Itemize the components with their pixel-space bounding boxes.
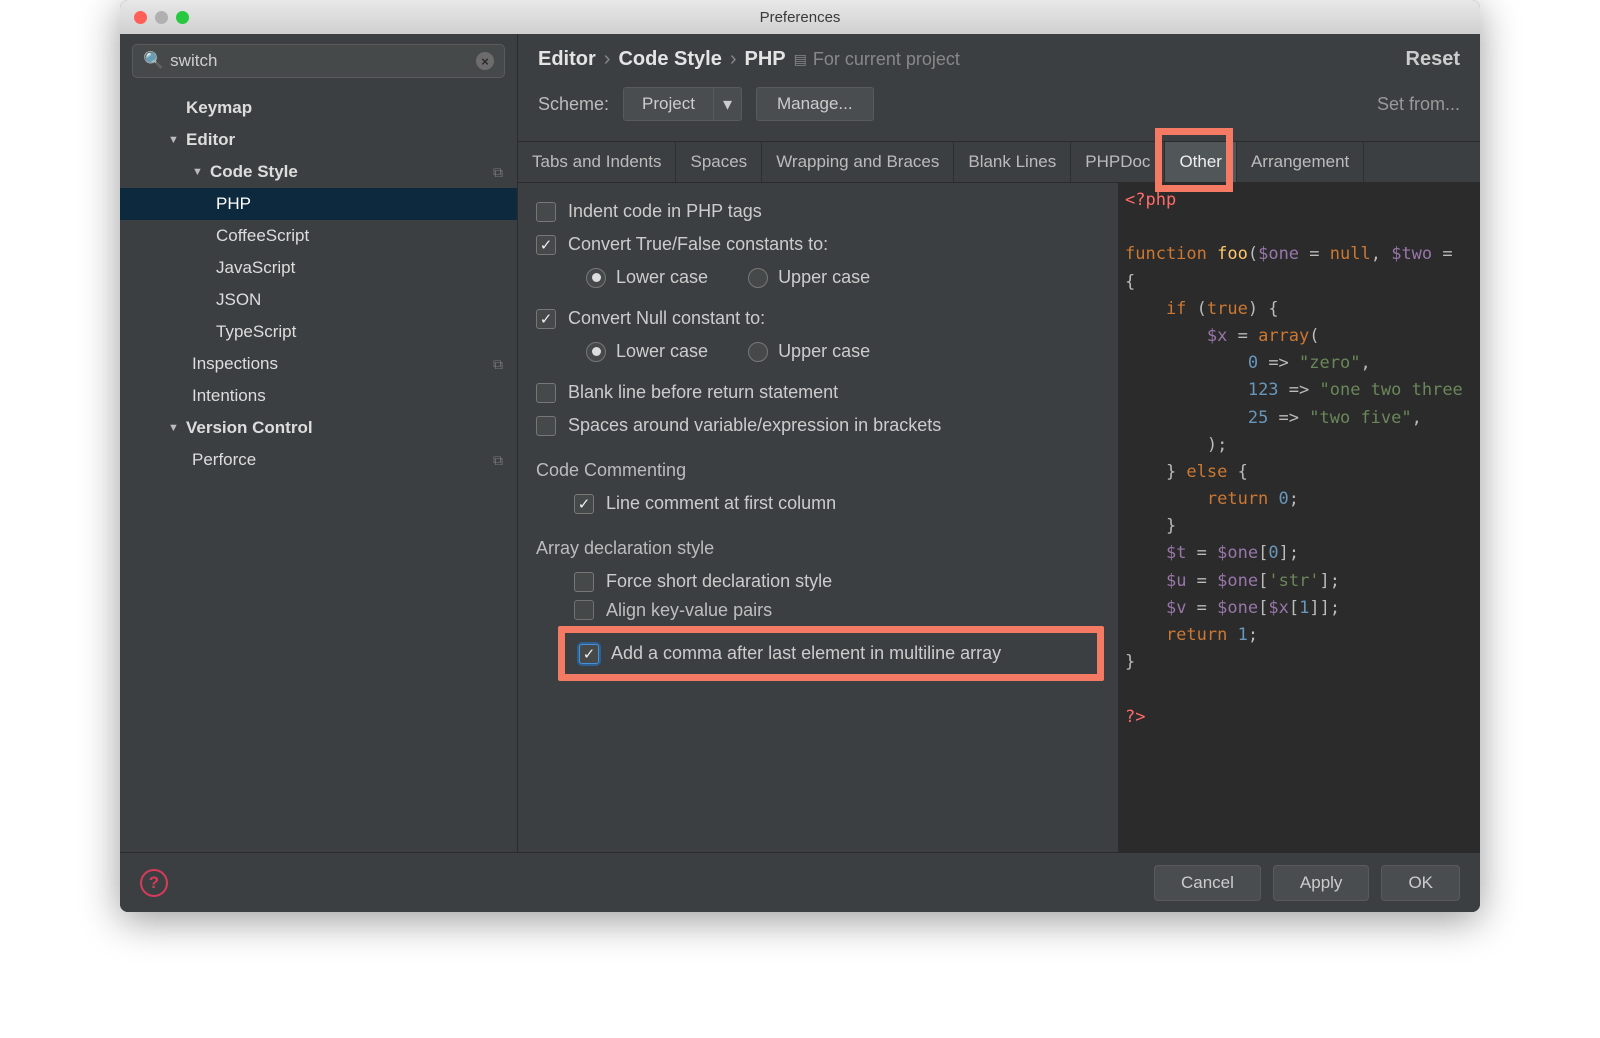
tree-item-inspections[interactable]: Inspections⧉: [120, 348, 517, 380]
tree-item-keymap[interactable]: Keymap: [120, 92, 517, 124]
tree-item-code-style[interactable]: ▼Code Style⧉: [120, 156, 517, 188]
checkbox-blank-return[interactable]: [536, 383, 556, 403]
checkbox-line-comment-first[interactable]: [574, 494, 594, 514]
checkbox-align-kv[interactable]: [574, 600, 594, 620]
project-scope-icon: ▤: [794, 51, 807, 68]
reset-button[interactable]: Reset: [1406, 48, 1460, 71]
tree-item-version-control[interactable]: ▼Version Control: [120, 412, 517, 444]
tab-tabs-indents[interactable]: Tabs and Indents: [518, 142, 676, 182]
highlight-annotation-comma: Add a comma after last element in multil…: [558, 626, 1104, 681]
copy-icon[interactable]: ⧉: [493, 164, 517, 181]
tree-item-typescript[interactable]: TypeScript: [120, 316, 517, 348]
tab-other[interactable]: Other: [1165, 142, 1237, 182]
scheme-dropdown[interactable]: Project ▾: [623, 87, 742, 121]
tab-blank-lines[interactable]: Blank Lines: [954, 142, 1071, 182]
set-from-link[interactable]: Set from...: [1377, 94, 1460, 115]
tab-wrapping[interactable]: Wrapping and Braces: [762, 142, 954, 182]
checkbox-indent-tags[interactable]: [536, 202, 556, 222]
footer: ? Cancel Apply OK: [120, 852, 1480, 912]
tab-spaces[interactable]: Spaces: [676, 142, 762, 182]
settings-tree: Keymap ▼Editor ▼Code Style⧉ PHP CoffeeSc…: [120, 88, 517, 852]
copy-icon[interactable]: ⧉: [493, 452, 517, 469]
apply-button[interactable]: Apply: [1273, 865, 1370, 901]
tab-arrangement[interactable]: Arrangement: [1237, 142, 1364, 182]
tree-item-javascript[interactable]: JavaScript: [120, 252, 517, 284]
code-preview: <?php function foo($one = null, $two = {…: [1118, 183, 1480, 852]
sidebar: 🔍 × Keymap ▼Editor ▼Code Style⧉ PHP Coff…: [120, 34, 518, 852]
checkbox-convert-tf[interactable]: [536, 235, 556, 255]
tabs: Tabs and Indents Spaces Wrapping and Bra…: [518, 141, 1480, 183]
section-array-decl: Array declaration style: [528, 520, 1108, 565]
radio-tf-upper[interactable]: Upper case: [748, 267, 870, 288]
chevron-down-icon[interactable]: ▾: [713, 88, 741, 120]
tree-item-php[interactable]: PHP: [120, 188, 517, 220]
tree-item-json[interactable]: JSON: [120, 284, 517, 316]
options-panel: Indent code in PHP tags Convert True/Fal…: [518, 183, 1118, 852]
window-title: Preferences: [120, 9, 1480, 26]
checkbox-convert-null[interactable]: [536, 309, 556, 329]
radio-null-lower[interactable]: Lower case: [586, 341, 708, 362]
search-input[interactable]: [170, 51, 476, 71]
copy-icon[interactable]: ⧉: [493, 356, 517, 373]
checkbox-add-trailing-comma[interactable]: [579, 644, 599, 664]
search-input-wrapper[interactable]: 🔍 ×: [132, 44, 505, 78]
titlebar: Preferences: [120, 0, 1480, 34]
manage-button[interactable]: Manage...: [756, 87, 874, 121]
breadcrumb: Editor› Code Style› PHP ▤For current pro…: [538, 48, 960, 71]
ok-button[interactable]: OK: [1381, 865, 1460, 901]
radio-tf-lower[interactable]: Lower case: [586, 267, 708, 288]
section-code-commenting: Code Commenting: [528, 442, 1108, 487]
checkbox-spaces-brackets[interactable]: [536, 416, 556, 436]
tree-item-coffeescript[interactable]: CoffeeScript: [120, 220, 517, 252]
clear-search-icon[interactable]: ×: [476, 52, 494, 70]
tree-item-perforce[interactable]: Perforce⧉: [120, 444, 517, 476]
preferences-window: Preferences 🔍 × Keymap ▼Editor ▼Code Sty…: [120, 0, 1480, 912]
search-icon: 🔍: [143, 51, 164, 71]
tree-item-intentions[interactable]: Intentions: [120, 380, 517, 412]
help-button[interactable]: ?: [140, 869, 168, 897]
tree-item-editor[interactable]: ▼Editor: [120, 124, 517, 156]
main-panel: Editor› Code Style› PHP ▤For current pro…: [518, 34, 1480, 852]
radio-null-upper[interactable]: Upper case: [748, 341, 870, 362]
tab-phpdoc[interactable]: PHPDoc: [1071, 142, 1165, 182]
scheme-label: Scheme:: [538, 94, 609, 115]
checkbox-force-short[interactable]: [574, 572, 594, 592]
cancel-button[interactable]: Cancel: [1154, 865, 1261, 901]
